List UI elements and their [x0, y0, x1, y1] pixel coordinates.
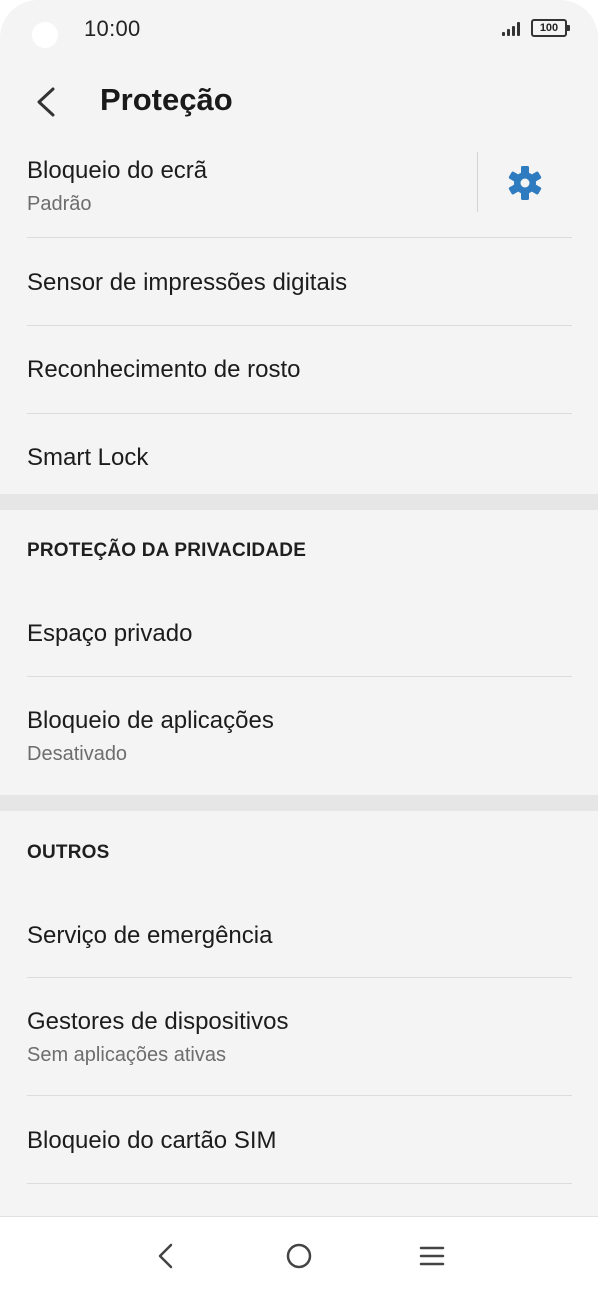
gear-icon [508, 166, 542, 200]
list-item-subtitle: Padrão [27, 193, 92, 215]
list-item-device-admins[interactable]: Gestores de dispositivos Sem aplicações … [0, 978, 598, 1095]
list-item-title: Espaço privado [27, 620, 193, 647]
divider [27, 1183, 572, 1184]
status-time: 10:00 [84, 16, 141, 41]
list-item-title: Bloqueio do cartão SIM [27, 1127, 277, 1154]
nav-recents-button[interactable] [407, 1231, 457, 1281]
home-icon [286, 1243, 312, 1269]
page-title: Proteção [100, 82, 233, 117]
list-item-title: Serviço de emergência [27, 922, 273, 949]
list-item-sim-lock[interactable]: Bloqueio do cartão SIM [0, 1096, 598, 1183]
nav-home-button[interactable] [274, 1231, 324, 1281]
app-header: Proteção [0, 72, 598, 132]
list-item-title: Smart Lock [27, 444, 149, 471]
section-header-privacy: PROTEÇÃO DA PRIVACIDADE [27, 540, 307, 561]
back-button[interactable] [22, 78, 70, 126]
navigation-bar [0, 1216, 598, 1295]
recents-icon [419, 1246, 445, 1266]
settings-screen: 10:00 100 Proteção Bloqueio do ecrã Padr… [0, 0, 598, 1295]
screen-lock-settings-button[interactable] [502, 160, 548, 206]
list-item-app-lock[interactable]: Bloqueio de aplicações Desativado [0, 677, 598, 794]
list-item-smart-lock[interactable]: Smart Lock [0, 414, 598, 494]
section-separator [0, 795, 598, 811]
list-item-title: Bloqueio de aplicações [27, 707, 274, 734]
battery-icon: 100 [531, 19, 570, 37]
section-separator [0, 494, 598, 510]
list-item-title: Gestores de dispositivos [27, 1008, 289, 1035]
list-item-fingerprint[interactable]: Sensor de impressões digitais [0, 238, 598, 325]
list-item-title: Reconhecimento de rosto [27, 356, 301, 383]
camera-dot [32, 22, 58, 48]
section-header-others: OUTROS [27, 842, 110, 863]
list-item-title: Sensor de impressões digitais [27, 269, 348, 296]
signal-icon [502, 22, 524, 36]
list-item-emergency-service[interactable]: Serviço de emergência [0, 890, 598, 977]
back-icon [158, 1243, 173, 1269]
nav-back-button[interactable] [141, 1231, 191, 1281]
list-item-title: Bloqueio do ecrã [27, 157, 208, 184]
vertical-divider [477, 152, 478, 212]
chevron-left-icon [37, 87, 55, 117]
status-bar: 10:00 100 [0, 0, 598, 62]
list-item-subtitle: Sem aplicações ativas [27, 1044, 226, 1066]
list-item-face-recognition[interactable]: Reconhecimento de rosto [0, 326, 598, 413]
list-item-private-space[interactable]: Espaço privado [0, 590, 598, 676]
list-item-subtitle: Desativado [27, 743, 128, 765]
